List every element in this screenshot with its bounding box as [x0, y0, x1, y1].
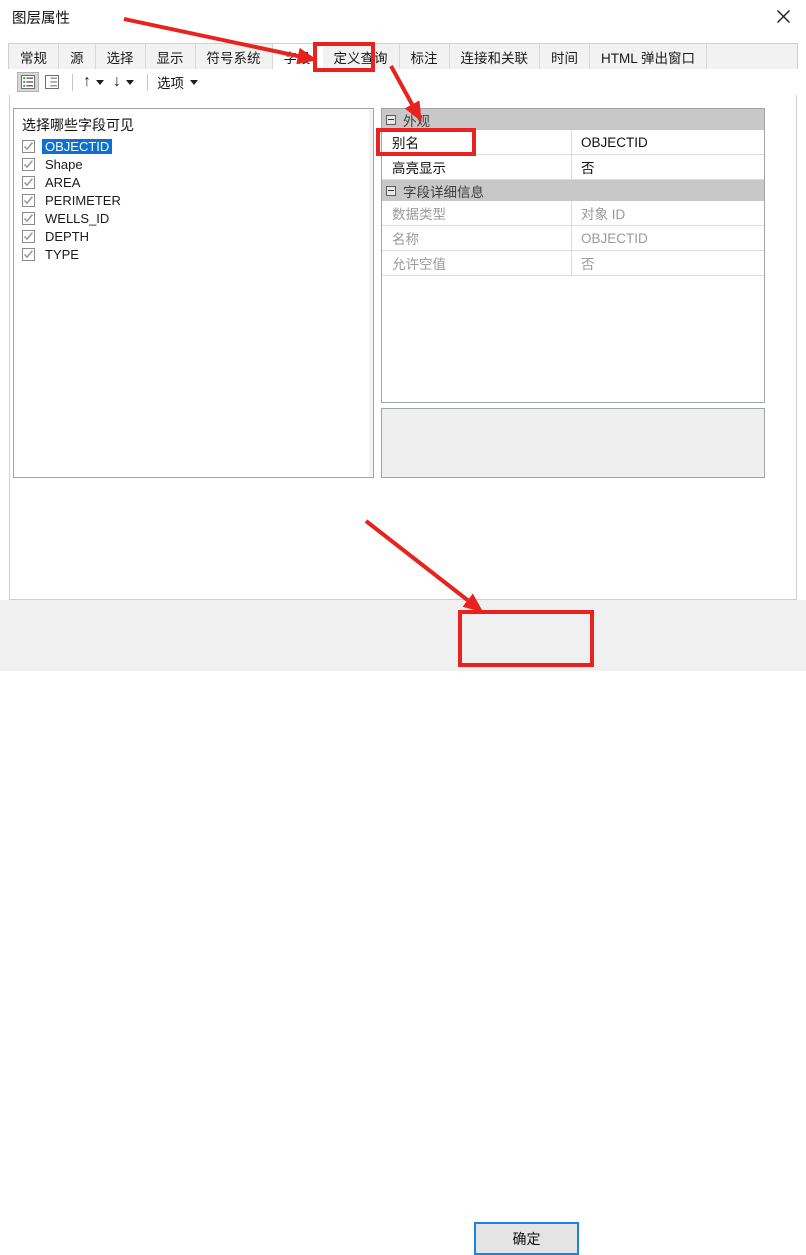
tab-label: 符号系统 [207, 47, 261, 67]
property-row[interactable]: 别名OBJECTID [382, 130, 764, 155]
list-item[interactable]: DEPTH [22, 227, 371, 245]
property-row[interactable]: 允许空值否 [382, 251, 764, 276]
tab-0[interactable]: 常规 [9, 44, 59, 69]
field-name-label: DEPTH [42, 229, 92, 244]
tab-1[interactable]: 源 [59, 44, 96, 69]
tab-label: 连接和关联 [461, 47, 529, 67]
field-property-grid[interactable]: 外观别名OBJECTID高亮显示否字段详细信息数据类型对象 ID名称OBJECT… [381, 108, 765, 403]
options-menu-label: 选项 [157, 72, 184, 92]
tab-label: 定义查询 [334, 47, 388, 67]
chevron-down-icon-options [190, 80, 198, 85]
field-visible-checkbox[interactable] [22, 230, 35, 243]
field-name-label: WELLS_ID [42, 211, 112, 226]
chevron-down-icon-down[interactable] [126, 80, 134, 85]
arrow-down-glyph: ↓ [110, 74, 124, 90]
toolbar-separator-2 [147, 74, 148, 91]
list-item[interactable]: TYPE [22, 245, 371, 263]
check-all-list-icon[interactable] [17, 72, 39, 92]
dialog-footer: 确定 [0, 600, 806, 671]
field-name-label: OBJECTID [42, 139, 112, 154]
tab-label: 时间 [551, 47, 578, 67]
description-pane [381, 408, 765, 478]
field-list-scrollbar[interactable] [369, 109, 373, 477]
field-name-label: Shape [42, 157, 86, 172]
tab-9[interactable]: 时间 [540, 44, 590, 69]
property-group-label: 字段详细信息 [403, 181, 484, 201]
field-visible-checkbox[interactable] [22, 212, 35, 225]
field-list-caption: 选择哪些字段可见 [22, 115, 134, 135]
property-name: 别名 [382, 130, 572, 154]
property-name: 高亮显示 [382, 155, 572, 179]
field-visible-checkbox[interactable] [22, 194, 35, 207]
tab-label: HTML 弹出窗口 [601, 47, 695, 67]
property-row[interactable]: 高亮显示否 [382, 155, 764, 180]
field-name-label: TYPE [42, 247, 82, 262]
tab-label: 源 [70, 47, 84, 67]
tab-label: 常规 [20, 47, 47, 67]
page-title: 图层属性 [12, 7, 70, 28]
field-list-rows: OBJECTID Shape AREA PERIMETER WELLS_ID DEPTH T… [22, 137, 371, 263]
field-visible-checkbox[interactable] [22, 158, 35, 171]
tab-4[interactable]: 符号系统 [196, 44, 273, 69]
tab-10[interactable]: HTML 弹出窗口 [590, 44, 707, 69]
chevron-down-icon-up[interactable] [96, 80, 104, 85]
ok-button[interactable]: 确定 [474, 1222, 579, 1255]
property-value: 否 [572, 251, 764, 275]
options-menu-button[interactable]: 选项 [157, 72, 202, 92]
property-value[interactable]: OBJECTID [572, 130, 764, 154]
field-visible-checkbox[interactable] [22, 176, 35, 189]
property-row[interactable]: 名称OBJECTID [382, 226, 764, 251]
property-value: 对象 ID [572, 201, 764, 225]
field-name-label: AREA [42, 175, 83, 190]
toolbar-separator-1 [72, 74, 73, 91]
field-visible-checkbox[interactable] [22, 248, 35, 261]
property-name: 名称 [382, 226, 572, 250]
tab-label: 字段 [284, 47, 311, 67]
tab-2[interactable]: 选择 [96, 44, 146, 69]
tab-bar: 常规 源 选择 显示 符号系统 字段 定义查询 标注 连接和关联 时间 HTML 弹出窗口 [8, 43, 798, 69]
list-item[interactable]: AREA [22, 173, 371, 191]
uncheck-all-list-icon[interactable] [41, 72, 63, 92]
property-group-header[interactable]: 字段详细信息 [382, 180, 764, 201]
property-row[interactable]: 数据类型对象 ID [382, 201, 764, 226]
fields-tab-content: 选择哪些字段可见 OBJECTID Shape AREA PERIMETER WELLS… [9, 95, 797, 600]
tab-label: 标注 [411, 47, 438, 67]
close-icon[interactable] [766, 2, 800, 30]
tab-8[interactable]: 连接和关联 [450, 44, 541, 69]
tab-3[interactable]: 显示 [146, 44, 196, 69]
property-group-label: 外观 [403, 110, 430, 130]
property-value[interactable]: 否 [572, 155, 764, 179]
field-visibility-list[interactable]: 选择哪些字段可见 OBJECTID Shape AREA PERIMETER WELLS… [13, 108, 374, 478]
property-name: 数据类型 [382, 201, 572, 225]
property-group-header[interactable]: 外观 [382, 109, 764, 130]
field-visible-checkbox[interactable] [22, 140, 35, 153]
list-item[interactable]: Shape [22, 155, 371, 173]
fields-toolbar: ↑ ↓ 选项 [9, 69, 797, 95]
tab-label: 选择 [107, 47, 134, 67]
property-name: 允许空值 [382, 251, 572, 275]
collapse-icon[interactable] [386, 115, 396, 125]
field-name-label: PERIMETER [42, 193, 124, 208]
property-value: OBJECTID [572, 226, 764, 250]
arrow-down-icon[interactable]: ↓ [110, 74, 138, 90]
dialog-titlebar: 图层属性 [0, 0, 806, 42]
list-item[interactable]: OBJECTID [22, 137, 371, 155]
arrow-up-glyph: ↑ [80, 74, 94, 90]
arrow-up-icon[interactable]: ↑ [80, 74, 108, 90]
tab-label: 显示 [157, 47, 184, 67]
list-item[interactable]: PERIMETER [22, 191, 371, 209]
tab-5[interactable]: 字段 [273, 44, 323, 69]
collapse-icon[interactable] [386, 186, 396, 196]
layer-properties-dialog: 图层属性 常规 源 选择 显示 符号系统 字段 定义查询 标注 连接和关联 时间 HTML 弹出窗口 [0, 0, 806, 671]
tab-6[interactable]: 定义查询 [323, 44, 400, 69]
list-item[interactable]: WELLS_ID [22, 209, 371, 227]
tab-7[interactable]: 标注 [400, 44, 450, 69]
